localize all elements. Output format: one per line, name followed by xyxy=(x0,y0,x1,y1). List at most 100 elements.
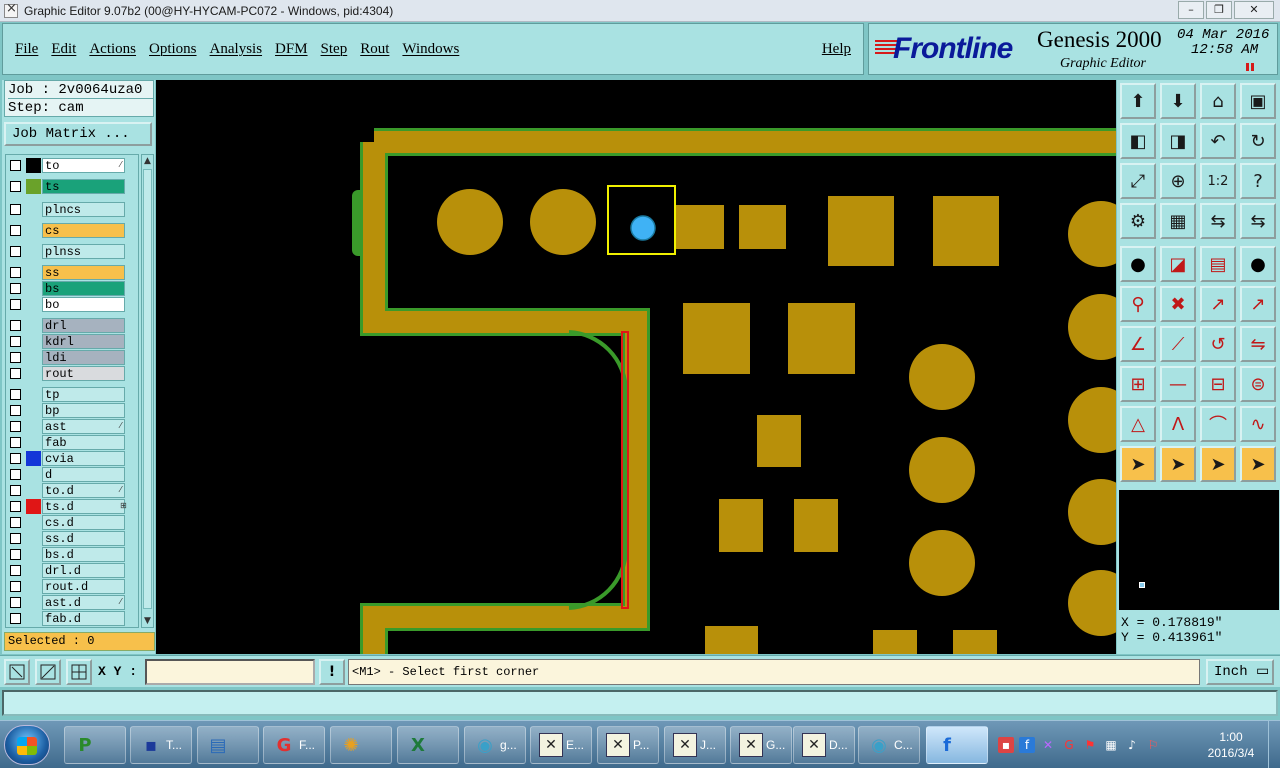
zoom-center-tool[interactable]: ⊕ xyxy=(1160,163,1196,199)
smd-pad[interactable] xyxy=(719,499,763,552)
route-pointer-tool[interactable]: ➤ xyxy=(1240,446,1276,482)
layer-checkbox[interactable] xyxy=(10,613,21,624)
layer-name[interactable]: rout.d xyxy=(42,579,125,594)
layer-row-to[interactable]: to ⁄ xyxy=(6,158,138,173)
layer-row-kdrl[interactable]: kdrl xyxy=(6,334,138,349)
layer-checkbox[interactable] xyxy=(10,453,21,464)
show-desktop-button[interactable] xyxy=(1268,721,1280,768)
layer-name[interactable]: tp xyxy=(42,387,125,402)
layer-name[interactable]: plncs xyxy=(42,202,125,217)
trim-tool[interactable]: — xyxy=(1160,366,1196,402)
smd-pad[interactable] xyxy=(683,303,750,374)
line-tool[interactable]: ↗ xyxy=(1200,286,1236,322)
taskbar-item[interactable]: ▪ T... xyxy=(130,726,192,764)
layer-name[interactable]: ts.d xyxy=(42,499,125,514)
layer-checkbox[interactable] xyxy=(10,549,21,560)
round-pad[interactable] xyxy=(1068,570,1116,636)
minimize-button[interactable]: – xyxy=(1178,1,1204,19)
layer-row-bo[interactable]: bo xyxy=(6,297,138,312)
taskbar-item[interactable]: ✕ J... xyxy=(664,726,726,764)
snap-tool[interactable]: ⚙ xyxy=(1120,203,1156,239)
layer-name[interactable]: rout xyxy=(42,366,125,381)
smd-pad[interactable] xyxy=(788,303,855,374)
round-pad[interactable] xyxy=(909,344,975,410)
import-tool[interactable]: ⬆ xyxy=(1120,83,1156,119)
layer-checkbox[interactable] xyxy=(10,517,21,528)
layer-checkbox[interactable] xyxy=(10,581,21,592)
taskbar-item[interactable]: G F... xyxy=(263,726,325,764)
scale-ratio-tool[interactable]: 1:2 xyxy=(1200,163,1236,199)
menu-help[interactable]: Help xyxy=(822,41,851,58)
smd-pad[interactable] xyxy=(676,205,724,249)
layer-checkbox[interactable] xyxy=(10,368,21,379)
pointer-tool[interactable]: ➤ xyxy=(1120,446,1156,482)
layer-row-fab[interactable]: fab xyxy=(6,435,138,450)
export-tool[interactable]: ⬇ xyxy=(1160,83,1196,119)
smd-pad[interactable] xyxy=(757,415,801,467)
layer-checkbox[interactable] xyxy=(10,352,21,363)
scroll-down-icon[interactable]: ▼ xyxy=(142,615,153,627)
layer-checkbox[interactable] xyxy=(10,485,21,496)
layer-row-ldi[interactable]: ldi xyxy=(6,350,138,365)
help-tool[interactable]: ? xyxy=(1240,163,1276,199)
dot-tool[interactable]: ● xyxy=(1240,246,1276,282)
menu-analysis[interactable]: Analysis xyxy=(210,41,263,58)
layer-row-ss[interactable]: ss xyxy=(6,265,138,280)
window-tool[interactable]: ▣ xyxy=(1240,83,1276,119)
arch-tool[interactable]: ⌒ xyxy=(1200,406,1236,442)
taskbar-item[interactable]: ▤ xyxy=(197,726,259,764)
layer-name[interactable]: bs xyxy=(42,281,125,296)
menu-edit[interactable]: Edit xyxy=(51,41,76,58)
xy-input[interactable] xyxy=(145,659,315,685)
redraw-tool[interactable]: ↻ xyxy=(1240,123,1276,159)
layer-name[interactable]: ldi xyxy=(42,350,125,365)
layer-checkbox[interactable] xyxy=(10,225,21,236)
pcb-drawing[interactable] xyxy=(156,80,1116,654)
layer-row-tp[interactable]: tp xyxy=(6,387,138,402)
round-pad[interactable] xyxy=(909,437,975,503)
layer-row-ts[interactable]: ts xyxy=(6,179,138,194)
zoom-window-button[interactable] xyxy=(4,659,30,685)
taskbar-item[interactable]: X xyxy=(397,726,459,764)
layer-row-cvia[interactable]: cvia xyxy=(6,451,138,466)
layer-checkbox[interactable] xyxy=(10,246,21,257)
layer-checkbox[interactable] xyxy=(10,565,21,576)
add-pad-tool[interactable]: ⊞ xyxy=(1120,366,1156,402)
layer-checkbox[interactable] xyxy=(10,181,21,192)
smd-pad[interactable] xyxy=(873,630,917,654)
layer-row-rout[interactable]: rout xyxy=(6,366,138,381)
ruler-tool[interactable]: ▤ xyxy=(1200,246,1236,282)
layer-name[interactable]: drl.d xyxy=(42,563,125,578)
arrow-tool[interactable]: ↗ xyxy=(1240,286,1276,322)
layer-row-drl-d[interactable]: drl.d xyxy=(6,563,138,578)
alert-button[interactable]: ! xyxy=(319,659,345,685)
layer-name[interactable]: drl xyxy=(42,318,125,333)
taskbar-item[interactable]: ✕ D... xyxy=(793,726,855,764)
layer-row-ast[interactable]: ast ⁄ xyxy=(6,419,138,434)
measure-tool[interactable]: ⊟ xyxy=(1200,366,1236,402)
grid-button[interactable] xyxy=(66,659,92,685)
graphic-canvas[interactable] xyxy=(156,80,1116,654)
tray-app-icon[interactable]: ▪ xyxy=(998,737,1014,753)
layer-checkbox[interactable] xyxy=(10,437,21,448)
layer-row-fab-d[interactable]: fab.d xyxy=(6,611,138,626)
layer-checkbox[interactable] xyxy=(10,336,21,347)
tray-volume-icon[interactable]: ♪ xyxy=(1124,737,1140,753)
layer-checkbox[interactable] xyxy=(10,389,21,400)
layer-name[interactable]: cs xyxy=(42,223,125,238)
layer-checkbox[interactable] xyxy=(10,299,21,310)
round-pad[interactable] xyxy=(530,189,596,255)
layer-name[interactable]: cvia xyxy=(42,451,125,466)
maximize-button[interactable]: ❐ xyxy=(1206,1,1232,19)
layer-row-cs-d[interactable]: cs.d xyxy=(6,515,138,530)
tray-frontline-icon[interactable]: f xyxy=(1019,737,1035,753)
pan-left-tool[interactable]: ◧ xyxy=(1120,123,1156,159)
menu-dfm[interactable]: DFM xyxy=(275,41,308,58)
layer-row-plnss[interactable]: plnss xyxy=(6,244,138,259)
round-pad[interactable] xyxy=(1068,294,1116,360)
net-left-tool[interactable]: ⇆ xyxy=(1200,203,1236,239)
select-area-tool[interactable]: ◪ xyxy=(1160,246,1196,282)
close-button[interactable]: ✕ xyxy=(1234,1,1274,19)
layer-row-plncs[interactable]: plncs xyxy=(6,202,138,217)
layer-checkbox[interactable] xyxy=(10,421,21,432)
